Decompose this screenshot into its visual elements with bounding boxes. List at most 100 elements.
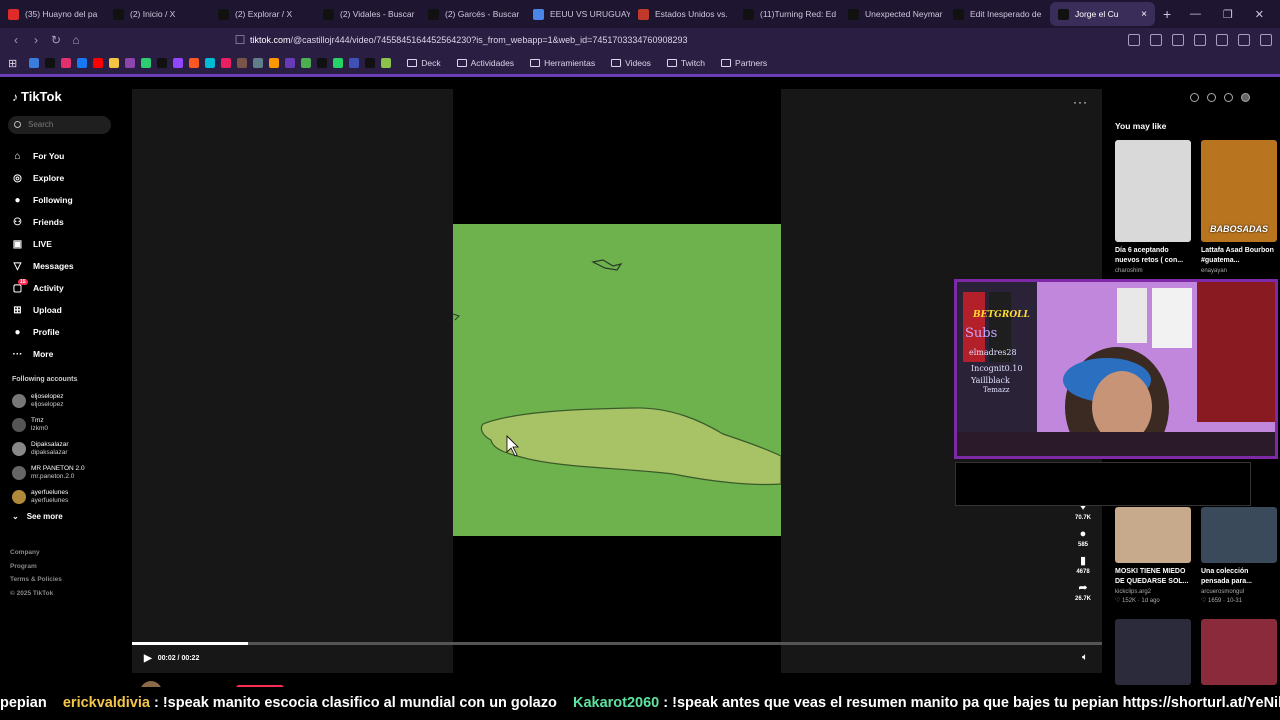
close-window-icon[interactable]: ✕ [1255, 8, 1264, 21]
browser-tab[interactable]: (11)Turning Red: Ed [735, 2, 840, 26]
bookmark-favicon-icon[interactable] [125, 58, 136, 68]
search-input[interactable]: Search [8, 116, 111, 134]
share-action[interactable]: ➦ 26.7K [1075, 582, 1091, 602]
back-icon[interactable]: ‹ [6, 33, 26, 47]
bookmark-favicon-icon[interactable] [77, 58, 88, 68]
recommended-video-card[interactable]: Día 6 aceptando nuevos retos ( con... cha… [1115, 140, 1191, 274]
browser-tab[interactable]: (35) Huayno del pa [0, 2, 105, 26]
play-icon[interactable]: ▶ [144, 653, 152, 664]
sidebar-item-more[interactable]: ··· More [12, 343, 74, 365]
footer-link[interactable]: Terms & Policies [10, 573, 62, 587]
browser-tab[interactable]: Edit Inesperado de [945, 2, 1050, 26]
restore-icon[interactable]: ❐ [1223, 8, 1233, 21]
following-account[interactable]: Tmz lzkm0 [12, 413, 85, 437]
sidebar-item-friends[interactable]: ⚇ Friends [12, 211, 74, 233]
bookmark-favicon-icon[interactable] [141, 58, 152, 68]
bookmark-favicon-icon[interactable] [285, 58, 296, 68]
following-account[interactable]: ayerfuelunes ayerfuelunes [12, 485, 85, 509]
browser-tab[interactable]: Jorge el Cu × [1050, 2, 1155, 26]
bookmark-favicon-icon[interactable] [253, 58, 264, 68]
volume-icon[interactable]: 🔈︎ [1082, 652, 1088, 663]
recommended-video-card[interactable] [1115, 619, 1191, 685]
browser-tab[interactable]: Estados Unidos vs. [630, 2, 735, 26]
user-avatar[interactable] [1241, 93, 1250, 102]
bookmark-favicon-icon[interactable] [269, 58, 280, 68]
see-more-button[interactable]: ⌄ See more [12, 512, 63, 521]
extension-icon[interactable] [1172, 34, 1184, 46]
forward-icon[interactable]: › [26, 33, 46, 47]
reload-icon[interactable]: ↻ [46, 33, 66, 47]
bookmark-folder[interactable]: Videos [611, 58, 651, 68]
bookmark-favicon-icon[interactable] [365, 58, 376, 68]
footer-link[interactable]: Program [10, 560, 62, 574]
recommended-video-card[interactable]: BABOSADAS Lattafa Asad Bourbon #guatema..… [1201, 140, 1277, 274]
device-icon[interactable] [1207, 93, 1216, 102]
bookmark-folder[interactable]: Herramientas [530, 58, 595, 68]
url-field[interactable]: tiktok.com/@castillojr444/video/74558451… [250, 30, 970, 50]
bookmark-favicon-icon[interactable] [205, 58, 216, 68]
following-account[interactable]: eljoselopez eljoselopez [12, 389, 85, 413]
bookmark-favicon-icon[interactable] [333, 58, 344, 68]
extension-icon[interactable] [1216, 34, 1228, 46]
bookmark-favicon-icon[interactable] [189, 58, 200, 68]
bookmark-favicon-icon[interactable] [237, 58, 248, 68]
browser-tab[interactable]: EEUU VS URUGUAY [525, 2, 630, 26]
bookmark-page-icon[interactable]: ☐ [230, 33, 250, 47]
bookmark-folder[interactable]: Actividades [456, 58, 514, 68]
sidebar-item-explore[interactable]: ◎ Explore [12, 167, 74, 189]
recommended-video-card[interactable] [1201, 619, 1277, 685]
bookmark-folder[interactable]: Twitch [666, 58, 705, 68]
upload-icon: ⊞ [13, 304, 22, 316]
bookmark-favicon-icon[interactable] [157, 58, 168, 68]
bookmark-favicon-icon[interactable] [109, 58, 120, 68]
bookmark-favicon-icon[interactable] [61, 58, 72, 68]
extension-icon[interactable] [1150, 34, 1162, 46]
settings-icon[interactable] [1190, 93, 1199, 102]
browser-tab[interactable]: (2) Inicio / X [105, 2, 210, 26]
bookmark-favicon-icon[interactable] [381, 58, 392, 68]
following-account[interactable]: Dipaksalazar dipaksalazar [12, 437, 85, 461]
extension-icon[interactable] [1128, 34, 1140, 46]
sidebar-item-following[interactable]: ● Following [12, 189, 74, 211]
bookmark-favicon-icon[interactable] [221, 58, 232, 68]
browser-tab[interactable]: (2) Explorar / X [210, 2, 315, 26]
menu-icon[interactable] [1260, 34, 1272, 46]
sidebar-item-for-you[interactable]: ⌂ For You [12, 145, 74, 167]
footer-link[interactable]: © 2025 TikTok [10, 587, 62, 601]
browser-tab[interactable]: (2) Vidales - Buscar [315, 2, 420, 26]
more-options-icon[interactable]: ··· [1073, 95, 1088, 109]
bookmark-favicon-icon[interactable] [29, 58, 40, 68]
footer-link[interactable]: Company [10, 546, 62, 560]
browser-tab[interactable]: (2) Garcés - Buscar [420, 2, 525, 26]
sidebar-item-upload[interactable]: ⊞ Upload [12, 299, 74, 321]
tiktok-logo[interactable]: ♪ TikTok [12, 89, 62, 104]
bookmark-favicon-icon[interactable] [317, 58, 328, 68]
bookmark-favicon-icon[interactable] [349, 58, 360, 68]
sidebar-item-live[interactable]: ▣ LIVE [12, 233, 74, 255]
save-action[interactable]: ▮ 4678 [1076, 555, 1089, 575]
bookmark-folder[interactable]: Deck [407, 58, 441, 68]
video-progress-bar[interactable] [132, 642, 1102, 645]
recommended-video-card[interactable]: Una colección pensada para... arcuerosmon… [1201, 507, 1277, 604]
home-icon[interactable]: ⌂ [66, 33, 86, 47]
recommended-video-card[interactable]: MOSKI TIENE MIEDO DE QUEDARSE SOL... kick… [1115, 507, 1191, 604]
browser-tab[interactable]: Unexpected Neymar [840, 2, 945, 26]
bookmark-favicon-icon[interactable] [173, 58, 184, 68]
bookmark-favicon-icon[interactable] [93, 58, 104, 68]
following-account[interactable]: MR PANETON 2.0 mr.paneton.2.0 [12, 461, 85, 485]
new-tab-button[interactable]: + [1155, 6, 1179, 22]
apps-grid-icon[interactable]: ⊞ [8, 57, 17, 70]
minimize-icon[interactable]: — [1190, 8, 1201, 20]
extension-icon[interactable] [1194, 34, 1206, 46]
sidebar-item-profile[interactable]: ● Profile [12, 321, 74, 343]
bookmark-favicon-icon[interactable] [301, 58, 312, 68]
video-frame[interactable] [453, 224, 781, 536]
bookmark-favicon-icon[interactable] [45, 58, 56, 68]
download-icon[interactable] [1224, 93, 1233, 102]
extension-icon[interactable] [1238, 34, 1250, 46]
sidebar-item-messages[interactable]: ▽ Messages [12, 255, 74, 277]
sidebar-item-activity[interactable]: ▢ Activity 15 [12, 277, 74, 299]
bookmark-folder[interactable]: Partners [721, 58, 767, 68]
close-tab-icon[interactable]: × [1141, 9, 1147, 20]
comment-action[interactable]: ● 585 [1078, 528, 1088, 548]
